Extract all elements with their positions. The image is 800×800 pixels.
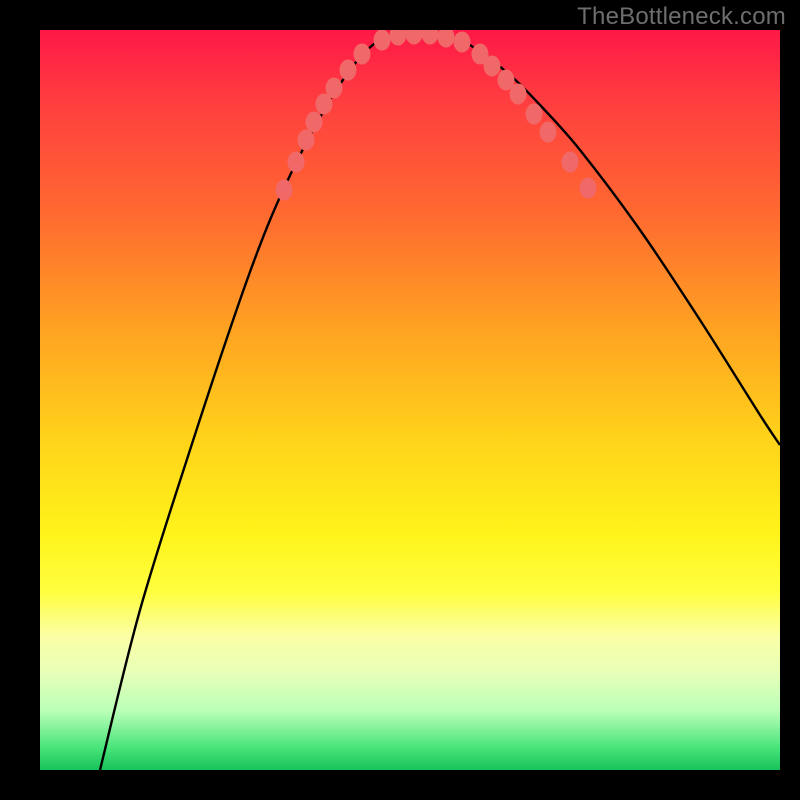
chart-frame: TheBottleneck.com: [0, 0, 800, 800]
data-marker: [406, 30, 423, 45]
plot-area: [40, 30, 780, 770]
data-marker: [374, 30, 391, 51]
data-marker: [354, 44, 371, 65]
data-marker: [526, 104, 543, 125]
bottleneck-chart-svg: [40, 30, 780, 770]
data-marker: [276, 180, 293, 201]
data-marker: [438, 30, 455, 48]
watermark-text: TheBottleneck.com: [577, 3, 786, 31]
data-marker: [298, 130, 315, 151]
data-marker: [390, 30, 407, 46]
data-marker: [306, 112, 323, 133]
data-marker: [340, 60, 357, 81]
data-marker: [510, 84, 527, 105]
bottleneck-curve: [100, 32, 780, 770]
data-marker: [288, 152, 305, 173]
data-marker: [484, 56, 501, 77]
data-marker: [562, 152, 579, 173]
data-marker: [422, 30, 439, 45]
data-marker: [454, 32, 471, 53]
data-marker: [540, 122, 557, 143]
data-marker: [326, 78, 343, 99]
data-marker: [580, 178, 597, 199]
